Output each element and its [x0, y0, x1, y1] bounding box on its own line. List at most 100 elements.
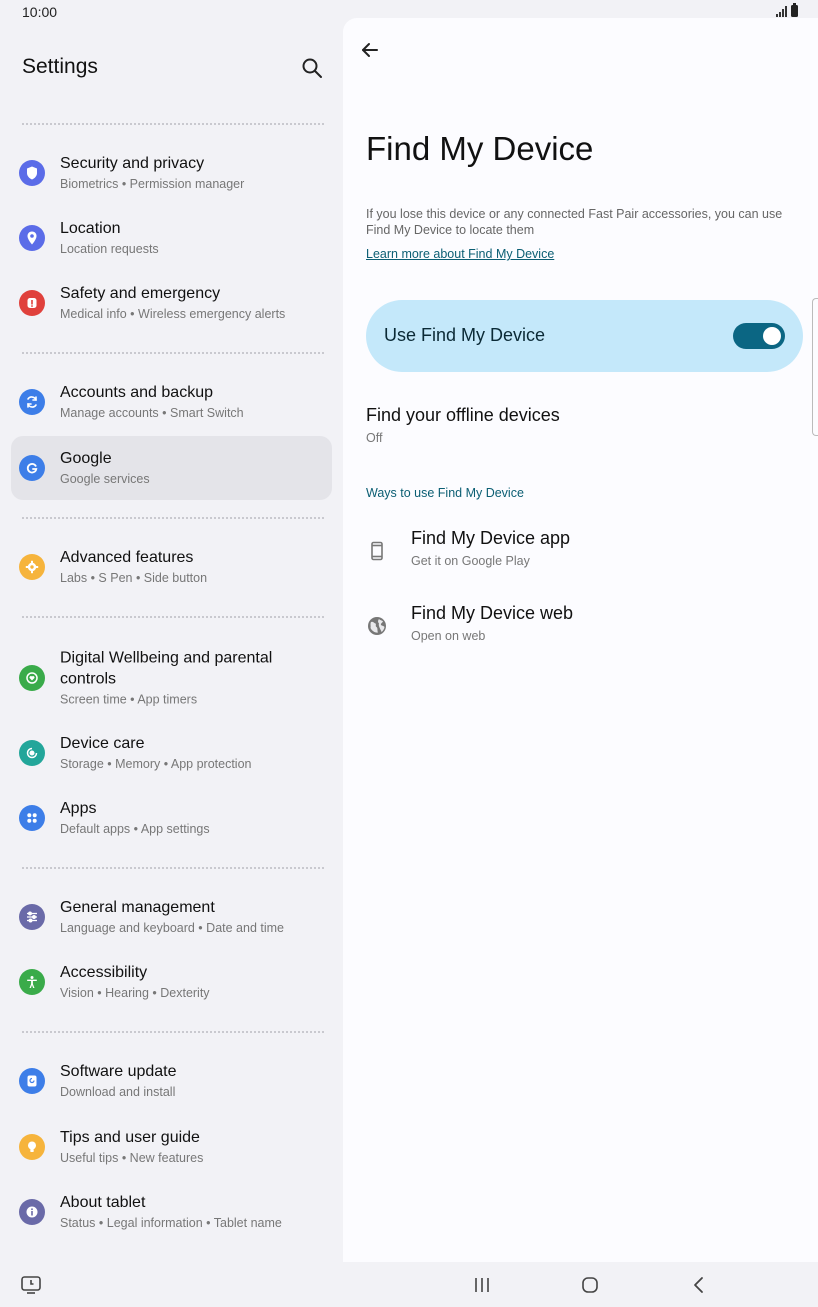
- info-icon: [19, 1199, 45, 1225]
- sidebar-item-subtitle: Google services: [60, 472, 150, 486]
- globe-icon: [368, 617, 386, 635]
- chevron-left-icon: [694, 1277, 703, 1293]
- recent-apps-button[interactable]: [471, 1274, 493, 1296]
- sidebar-item-subtitle: Download and install: [60, 1085, 176, 1099]
- use-find-my-device-toggle-card[interactable]: Use Find My Device: [366, 300, 803, 372]
- divider: [22, 1031, 324, 1033]
- settings-title: Settings: [22, 55, 98, 78]
- sidebar-item-subtitle: Default apps • App settings: [60, 822, 210, 836]
- accessibility-icon: [19, 969, 45, 995]
- way-subtitle: Get it on Google Play: [411, 554, 530, 568]
- sidebar-item-subtitle: Status • Legal information • Tablet name: [60, 1216, 282, 1230]
- sliders-icon: [19, 904, 45, 930]
- sidebar-item-title: Accessibility: [60, 964, 148, 981]
- sidebar-item-title: Apps: [60, 800, 97, 817]
- sidebar-item-title: Tips and user guide: [60, 1129, 200, 1146]
- sidebar-item-software-update[interactable]: Software update Download and install: [11, 1049, 332, 1113]
- sidebar-item-accounts-and-backup[interactable]: Accounts and backup Manage accounts • Sm…: [11, 370, 332, 434]
- switch-knob: [763, 327, 781, 345]
- find-my-device-switch[interactable]: [733, 323, 785, 349]
- divider: [22, 517, 324, 519]
- toggle-label: Use Find My Device: [384, 325, 546, 345]
- sidebar-item-safety-and-emergency[interactable]: Safety and emergency Medical info • Wire…: [11, 271, 332, 335]
- home-button[interactable]: [579, 1274, 601, 1296]
- way-subtitle: Open on web: [411, 629, 486, 643]
- navigation-bar: [0, 1262, 818, 1307]
- search-icon: [302, 58, 322, 78]
- device-care-icon: [19, 740, 45, 766]
- gear-icon: [19, 554, 45, 580]
- divider: [22, 123, 324, 125]
- recent-apps-icon: [475, 1278, 489, 1292]
- sidebar-item-title: Accounts and backup: [60, 384, 213, 401]
- sidebar-item-digital-wellbeing[interactable]: Digital Wellbeing and parental controls …: [11, 636, 332, 720]
- sidebar-item-title: Security and privacy: [60, 155, 205, 172]
- search-button[interactable]: [300, 56, 326, 82]
- learn-more-link[interactable]: Learn more about Find My Device: [366, 247, 554, 261]
- phone-icon: [371, 541, 383, 561]
- sidebar-item-general-management[interactable]: General management Language and keyboard…: [11, 885, 332, 949]
- sidebar-item-apps[interactable]: Apps Default apps • App settings: [11, 786, 332, 850]
- sidebar-item-subtitle: Location requests: [60, 242, 159, 256]
- location-pin-icon: [19, 225, 45, 251]
- google-icon: [19, 455, 45, 481]
- sidebar-item-device-care[interactable]: Device care Storage • Memory • App prote…: [11, 721, 332, 785]
- sidebar-item-subtitle: Biometrics • Permission manager: [60, 177, 245, 191]
- detail-pane: Find My Device If you lose this device o…: [343, 18, 818, 1262]
- divider: [22, 352, 324, 354]
- page-description: If you lose this device or any connected…: [366, 207, 783, 237]
- sidebar-item-title: General management: [60, 899, 215, 916]
- alert-icon: [19, 290, 45, 316]
- divider: [22, 616, 324, 618]
- arrow-left-icon: [362, 43, 378, 57]
- page-title: Find My Device: [366, 130, 594, 167]
- apps-grid-icon: [19, 805, 45, 831]
- sidebar-item-subtitle: Useful tips • New features: [60, 1151, 204, 1165]
- sidebar-item-title: Location: [60, 220, 121, 237]
- sidebar-item-google[interactable]: Google Google services: [11, 436, 332, 500]
- sync-icon: [19, 389, 45, 415]
- sidebar-item-subtitle: Storage • Memory • App protection: [60, 757, 252, 771]
- sidebar-item-subtitle: Manage accounts • Smart Switch: [60, 406, 244, 420]
- shield-icon: [19, 160, 45, 186]
- settings-sidebar: Settings Security and privacy Biometrics…: [0, 24, 343, 1262]
- way-title: Find My Device web: [411, 603, 574, 623]
- sidebar-item-subtitle: Vision • Hearing • Dexterity: [60, 986, 210, 1000]
- signal-icon: [776, 5, 787, 17]
- sidebar-item-subtitle: Screen time • App timers: [60, 692, 198, 707]
- sidebar-item-subtitle: Labs • S Pen • Side button: [60, 571, 208, 585]
- section-header: Ways to use Find My Device: [366, 486, 524, 500]
- way-title: Find My Device app: [411, 528, 571, 548]
- software-update-icon: [19, 1068, 45, 1094]
- taskbar-toggle-button[interactable]: [20, 1274, 42, 1296]
- sidebar-item-accessibility[interactable]: Accessibility Vision • Hearing • Dexteri…: [11, 950, 332, 1014]
- sidebar-item-title: Digital Wellbeing and parental controls: [60, 649, 273, 688]
- offline-devices-status: Off: [366, 431, 383, 445]
- find-my-device-app-item[interactable]: Find My Device app Get it on Google Play: [366, 526, 796, 582]
- sidebar-item-tips-and-user-guide[interactable]: Tips and user guide Useful tips • New fe…: [11, 1115, 332, 1179]
- sidebar-item-title: Google: [60, 450, 112, 467]
- sidebar-item-title: Software update: [60, 1063, 177, 1080]
- sidebar-item-advanced-features[interactable]: Advanced features Labs • S Pen • Side bu…: [11, 535, 332, 599]
- sidebar-item-title: Advanced features: [60, 549, 194, 566]
- scroll-handle[interactable]: [812, 298, 818, 436]
- offline-devices-title: Find your offline devices: [366, 405, 560, 425]
- status-icons: [776, 3, 798, 17]
- lightbulb-icon: [19, 1134, 45, 1160]
- sidebar-item-title: About tablet: [60, 1194, 146, 1211]
- taskbar-icon: [21, 1276, 41, 1294]
- wellbeing-icon: [19, 665, 45, 691]
- back-button[interactable]: [358, 38, 382, 62]
- home-icon: [582, 1277, 598, 1293]
- sidebar-item-security-and-privacy[interactable]: Security and privacy Biometrics • Permis…: [11, 141, 332, 205]
- back-nav-button[interactable]: [688, 1274, 710, 1296]
- sidebar-item-subtitle: Language and keyboard • Date and time: [60, 921, 284, 935]
- sidebar-item-about-tablet[interactable]: About tablet Status • Legal information …: [11, 1180, 332, 1244]
- sidebar-item-title: Safety and emergency: [60, 285, 221, 302]
- divider: [22, 867, 324, 869]
- sidebar-item-location[interactable]: Location Location requests: [11, 206, 332, 270]
- sidebar-item-title: Device care: [60, 735, 145, 752]
- sidebar-item-subtitle: Medical info • Wireless emergency alerts: [60, 307, 286, 321]
- find-my-device-web-item[interactable]: Find My Device web Open on web: [366, 601, 796, 657]
- battery-icon: [791, 3, 798, 17]
